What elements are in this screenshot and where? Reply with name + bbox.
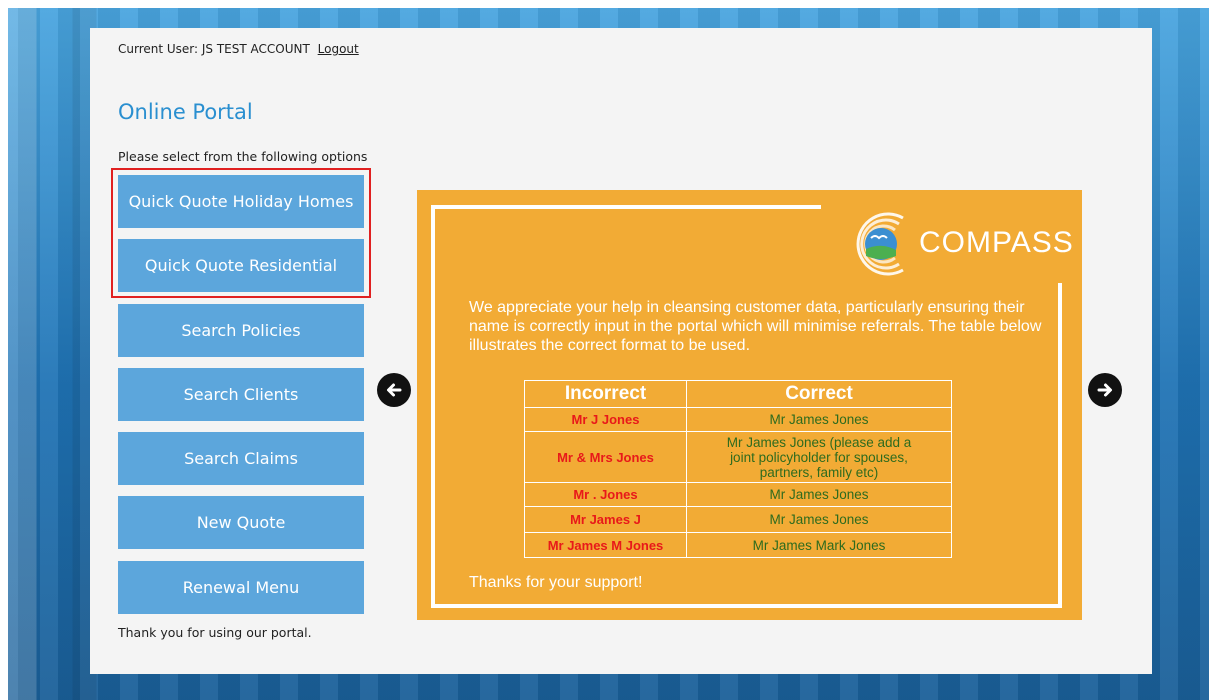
- current-user-label: Current User: JS TEST ACCOUNT: [118, 42, 310, 56]
- table-header-correct: Correct: [686, 380, 952, 408]
- search-claims-button[interactable]: Search Claims: [118, 432, 364, 485]
- name-format-table: Incorrect Correct Mr J Jones Mr James Jo…: [524, 380, 952, 558]
- instructions-text: Please select from the following options: [118, 149, 368, 164]
- background-left-edge: [0, 0, 8, 700]
- page-title: Online Portal: [118, 100, 253, 124]
- correct-cell: Mr James Jones: [686, 506, 952, 533]
- compass-logo: COMPASS: [841, 204, 1074, 284]
- banner-message: We appreciate your help in cleansing cus…: [469, 299, 1042, 354]
- table-row: Mr James M Jones Mr James Mark Jones: [524, 532, 952, 558]
- search-policies-button[interactable]: Search Policies: [118, 304, 364, 357]
- banner-thanks-text: Thanks for your support!: [469, 574, 643, 591]
- quick-quote-holiday-homes-button[interactable]: Quick Quote Holiday Homes: [118, 175, 364, 228]
- correct-cell: Mr James Jones: [686, 482, 952, 507]
- new-quote-button[interactable]: New Quote: [118, 496, 364, 549]
- table-row: Mr J Jones Mr James Jones: [524, 407, 952, 432]
- incorrect-cell: Mr & Mrs Jones: [524, 431, 687, 483]
- table-row: Mr & Mrs Jones Mr James Jones (please ad…: [524, 431, 952, 483]
- carousel-prev-button[interactable]: [377, 373, 411, 407]
- table-header-incorrect: Incorrect: [524, 380, 687, 408]
- banner-frame-top: [431, 205, 821, 209]
- main-panel: Current User: JS TEST ACCOUNT Logout Onl…: [90, 28, 1152, 674]
- compass-logo-text: COMPASS: [919, 226, 1074, 259]
- logout-link[interactable]: Logout: [318, 42, 359, 56]
- carousel-slide-banner: COMPASS We appreciate your help in clean…: [417, 190, 1082, 620]
- banner-frame-bottom: [431, 604, 1061, 608]
- carousel-next-button[interactable]: [1088, 373, 1122, 407]
- renewal-menu-button[interactable]: Renewal Menu: [118, 561, 364, 614]
- banner-frame-left: [431, 205, 435, 608]
- incorrect-cell: Mr James M Jones: [524, 532, 687, 558]
- incorrect-cell: Mr James J: [524, 506, 687, 533]
- table-row: Mr . Jones Mr James Jones: [524, 482, 952, 507]
- background-top-edge: [0, 0, 1209, 8]
- footer-thanks-text: Thank you for using our portal.: [118, 625, 312, 640]
- arrow-right-circle-icon: [1097, 383, 1112, 397]
- user-bar: Current User: JS TEST ACCOUNT Logout: [118, 42, 359, 56]
- incorrect-cell: Mr . Jones: [524, 482, 687, 507]
- compass-logo-icon: [856, 212, 904, 276]
- correct-cell: Mr James Mark Jones: [686, 532, 952, 558]
- arrow-left-circle-icon: [387, 383, 402, 397]
- quick-quote-residential-button[interactable]: Quick Quote Residential: [118, 239, 364, 292]
- banner-frame-right: [1058, 283, 1062, 608]
- correct-cell: Mr James Jones: [686, 407, 952, 432]
- table-row: Mr James J Mr James Jones: [524, 506, 952, 533]
- search-clients-button[interactable]: Search Clients: [118, 368, 364, 421]
- correct-cell: Mr James Jones (please add a joint polic…: [686, 431, 952, 483]
- incorrect-cell: Mr J Jones: [524, 407, 687, 432]
